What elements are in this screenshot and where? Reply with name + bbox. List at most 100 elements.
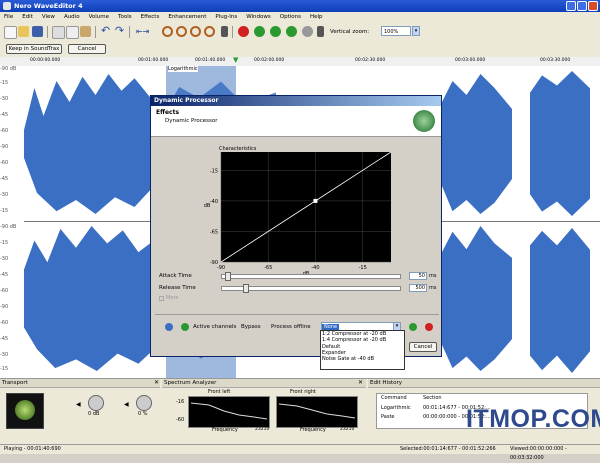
menu-effects[interactable]: Effects <box>141 12 160 23</box>
undo-icon[interactable]: ↶ <box>100 25 111 37</box>
volume-knob[interactable] <box>88 395 104 411</box>
dialog-cancel-button[interactable]: Cancel <box>409 342 437 352</box>
chart-x-tick-label: -15 <box>359 265 367 271</box>
release-time-label: Release Time <box>159 285 196 291</box>
chart-y-tick-label: -15 <box>210 168 218 174</box>
menu-plugins[interactable]: Plug-Ins <box>215 12 237 23</box>
play-selection-icon[interactable] <box>270 26 281 37</box>
menu-file[interactable]: File <box>4 12 13 23</box>
history-col-command: Command <box>381 395 407 401</box>
save-icon[interactable] <box>32 26 43 37</box>
preset-option[interactable]: Noise Gate at -40 dB <box>322 356 404 362</box>
waveform-top-far-right <box>530 71 590 216</box>
stop-icon[interactable] <box>302 26 313 37</box>
process-offline-label[interactable]: Process offline <box>271 324 311 330</box>
menu-enhancement[interactable]: Enhancement <box>168 12 206 23</box>
new-file-icon[interactable] <box>4 26 17 39</box>
nero-logo-icon <box>413 110 435 132</box>
spectrum-db-top: -16 <box>176 399 185 405</box>
frequency-label: Frequency <box>212 427 238 433</box>
characteristics-chart[interactable]: Characteristics -15 -40 -65 -90 -90 -65 -40 -15… <box>201 146 391 306</box>
chart-x-tick-label: -65 <box>264 265 272 271</box>
record-icon[interactable] <box>238 26 249 37</box>
toolbar: ↶ ↷ ⇤⇥ <box>0 23 600 42</box>
open-folder-icon[interactable] <box>18 26 29 37</box>
waveform-bottom-far-right <box>530 228 590 373</box>
add-preset-icon[interactable] <box>409 323 417 331</box>
edit-history-panel-title: Edit History <box>370 380 402 386</box>
vertical-zoom-label: Vertical zoom: <box>330 29 370 35</box>
divider <box>155 314 439 315</box>
keep-in-soundtrax-button[interactable]: Keep in SoundTrax <box>6 44 62 54</box>
zoom-out-icon[interactable] <box>176 26 187 37</box>
menu-bar: File Edit View Audio Volume Tools Effect… <box>0 12 600 23</box>
history-row-command[interactable]: Logarithmic <box>381 405 411 411</box>
more-checkbox[interactable] <box>159 296 164 301</box>
zoom-all-icon[interactable] <box>204 26 215 37</box>
frequency-label: Frequency <box>300 427 326 433</box>
menu-options[interactable]: Options <box>280 12 301 23</box>
chart-svg[interactable]: -15-40-65-90-90-65-40-15dBdB <box>201 146 391 306</box>
menu-volume[interactable]: Volume <box>89 12 109 23</box>
frequency-max: 23210 <box>255 427 270 432</box>
effect-subtitle: Dynamic Processor <box>165 118 218 124</box>
balance-icon: ◀ <box>124 401 129 408</box>
waveform-bottom-right <box>442 226 512 371</box>
transport-panel-title: Transport <box>2 380 28 386</box>
paste-icon[interactable] <box>80 26 91 37</box>
attack-time-thumb[interactable] <box>225 272 231 281</box>
playhead-marker[interactable]: ▼ <box>233 56 238 64</box>
dialog-title: Dynamic Processor <box>151 96 441 106</box>
active-channels-label[interactable]: Active channels <box>193 324 236 330</box>
release-time-input[interactable]: 500 <box>409 284 427 292</box>
active-channels-icon[interactable] <box>181 323 189 331</box>
chevron-down-icon[interactable]: ▾ <box>412 26 420 36</box>
play-icon[interactable] <box>254 26 265 37</box>
effect-action-bar: Keep in SoundTrax Cancel <box>0 41 600 57</box>
release-time-thumb[interactable] <box>243 284 249 293</box>
transport-dropdown-icon[interactable] <box>317 26 324 37</box>
chart-y-tick-label: -40 <box>210 199 218 205</box>
history-row-command[interactable]: Paste <box>381 414 395 420</box>
dialog-header: Effects Dynamic Processor <box>151 106 441 137</box>
status-viewed: Viewed:00:00:00:000 - 00:03:32:000 <box>510 446 567 461</box>
menu-view[interactable]: View <box>42 12 55 23</box>
delete-preset-icon[interactable] <box>425 323 433 331</box>
cut-icon[interactable] <box>52 26 65 39</box>
fit-icon[interactable]: ⇤⇥ <box>136 26 149 37</box>
attack-time-slider[interactable] <box>221 274 401 279</box>
bypass-label[interactable]: Bypass <box>241 324 261 330</box>
maximize-button[interactable] <box>577 1 587 11</box>
vertical-zoom-select[interactable]: 100% <box>381 26 411 36</box>
loop-icon[interactable] <box>286 26 297 37</box>
copy-icon[interactable] <box>66 26 79 39</box>
cancel-effect-button[interactable]: Cancel <box>68 44 106 54</box>
menu-tools[interactable]: Tools <box>118 12 132 23</box>
chart-y-axis-label: dB <box>204 203 211 209</box>
level-meter <box>6 393 44 429</box>
preset-dropdown-list[interactable]: 1:2 Compressor at -20 dB 1:4 Compressor … <box>320 330 405 370</box>
close-icon[interactable]: ✕ <box>154 379 159 386</box>
info-icon[interactable] <box>165 323 173 331</box>
close-icon[interactable]: ✕ <box>358 379 363 386</box>
close-button[interactable] <box>588 1 598 11</box>
chart-y-tick-label: -65 <box>210 229 218 235</box>
menu-audio[interactable]: Audio <box>64 12 80 23</box>
edit-history-panel-header: Edit History <box>368 379 600 388</box>
zoom-selection-icon[interactable] <box>190 26 201 37</box>
title-bar: Nero WaveEditor 4 <box>0 0 600 12</box>
minimize-button[interactable] <box>566 1 576 11</box>
front-left-label: Front left <box>208 389 231 395</box>
redo-icon[interactable]: ↷ <box>114 25 125 37</box>
menu-edit[interactable]: Edit <box>22 12 33 23</box>
timeline-tick: 00:02:00.000 <box>254 58 285 63</box>
chart-control-point[interactable] <box>313 198 318 203</box>
waveform-bottom-left <box>24 226 154 371</box>
history-col-section: Section <box>423 395 442 401</box>
zoom-in-icon[interactable] <box>162 26 173 37</box>
balance-knob[interactable] <box>136 395 152 411</box>
attack-time-input[interactable]: 50 <box>409 272 427 280</box>
menu-help[interactable]: Help <box>310 12 323 23</box>
toolbar-dropdown-icon[interactable] <box>221 26 228 37</box>
menu-windows[interactable]: Windows <box>246 12 271 23</box>
